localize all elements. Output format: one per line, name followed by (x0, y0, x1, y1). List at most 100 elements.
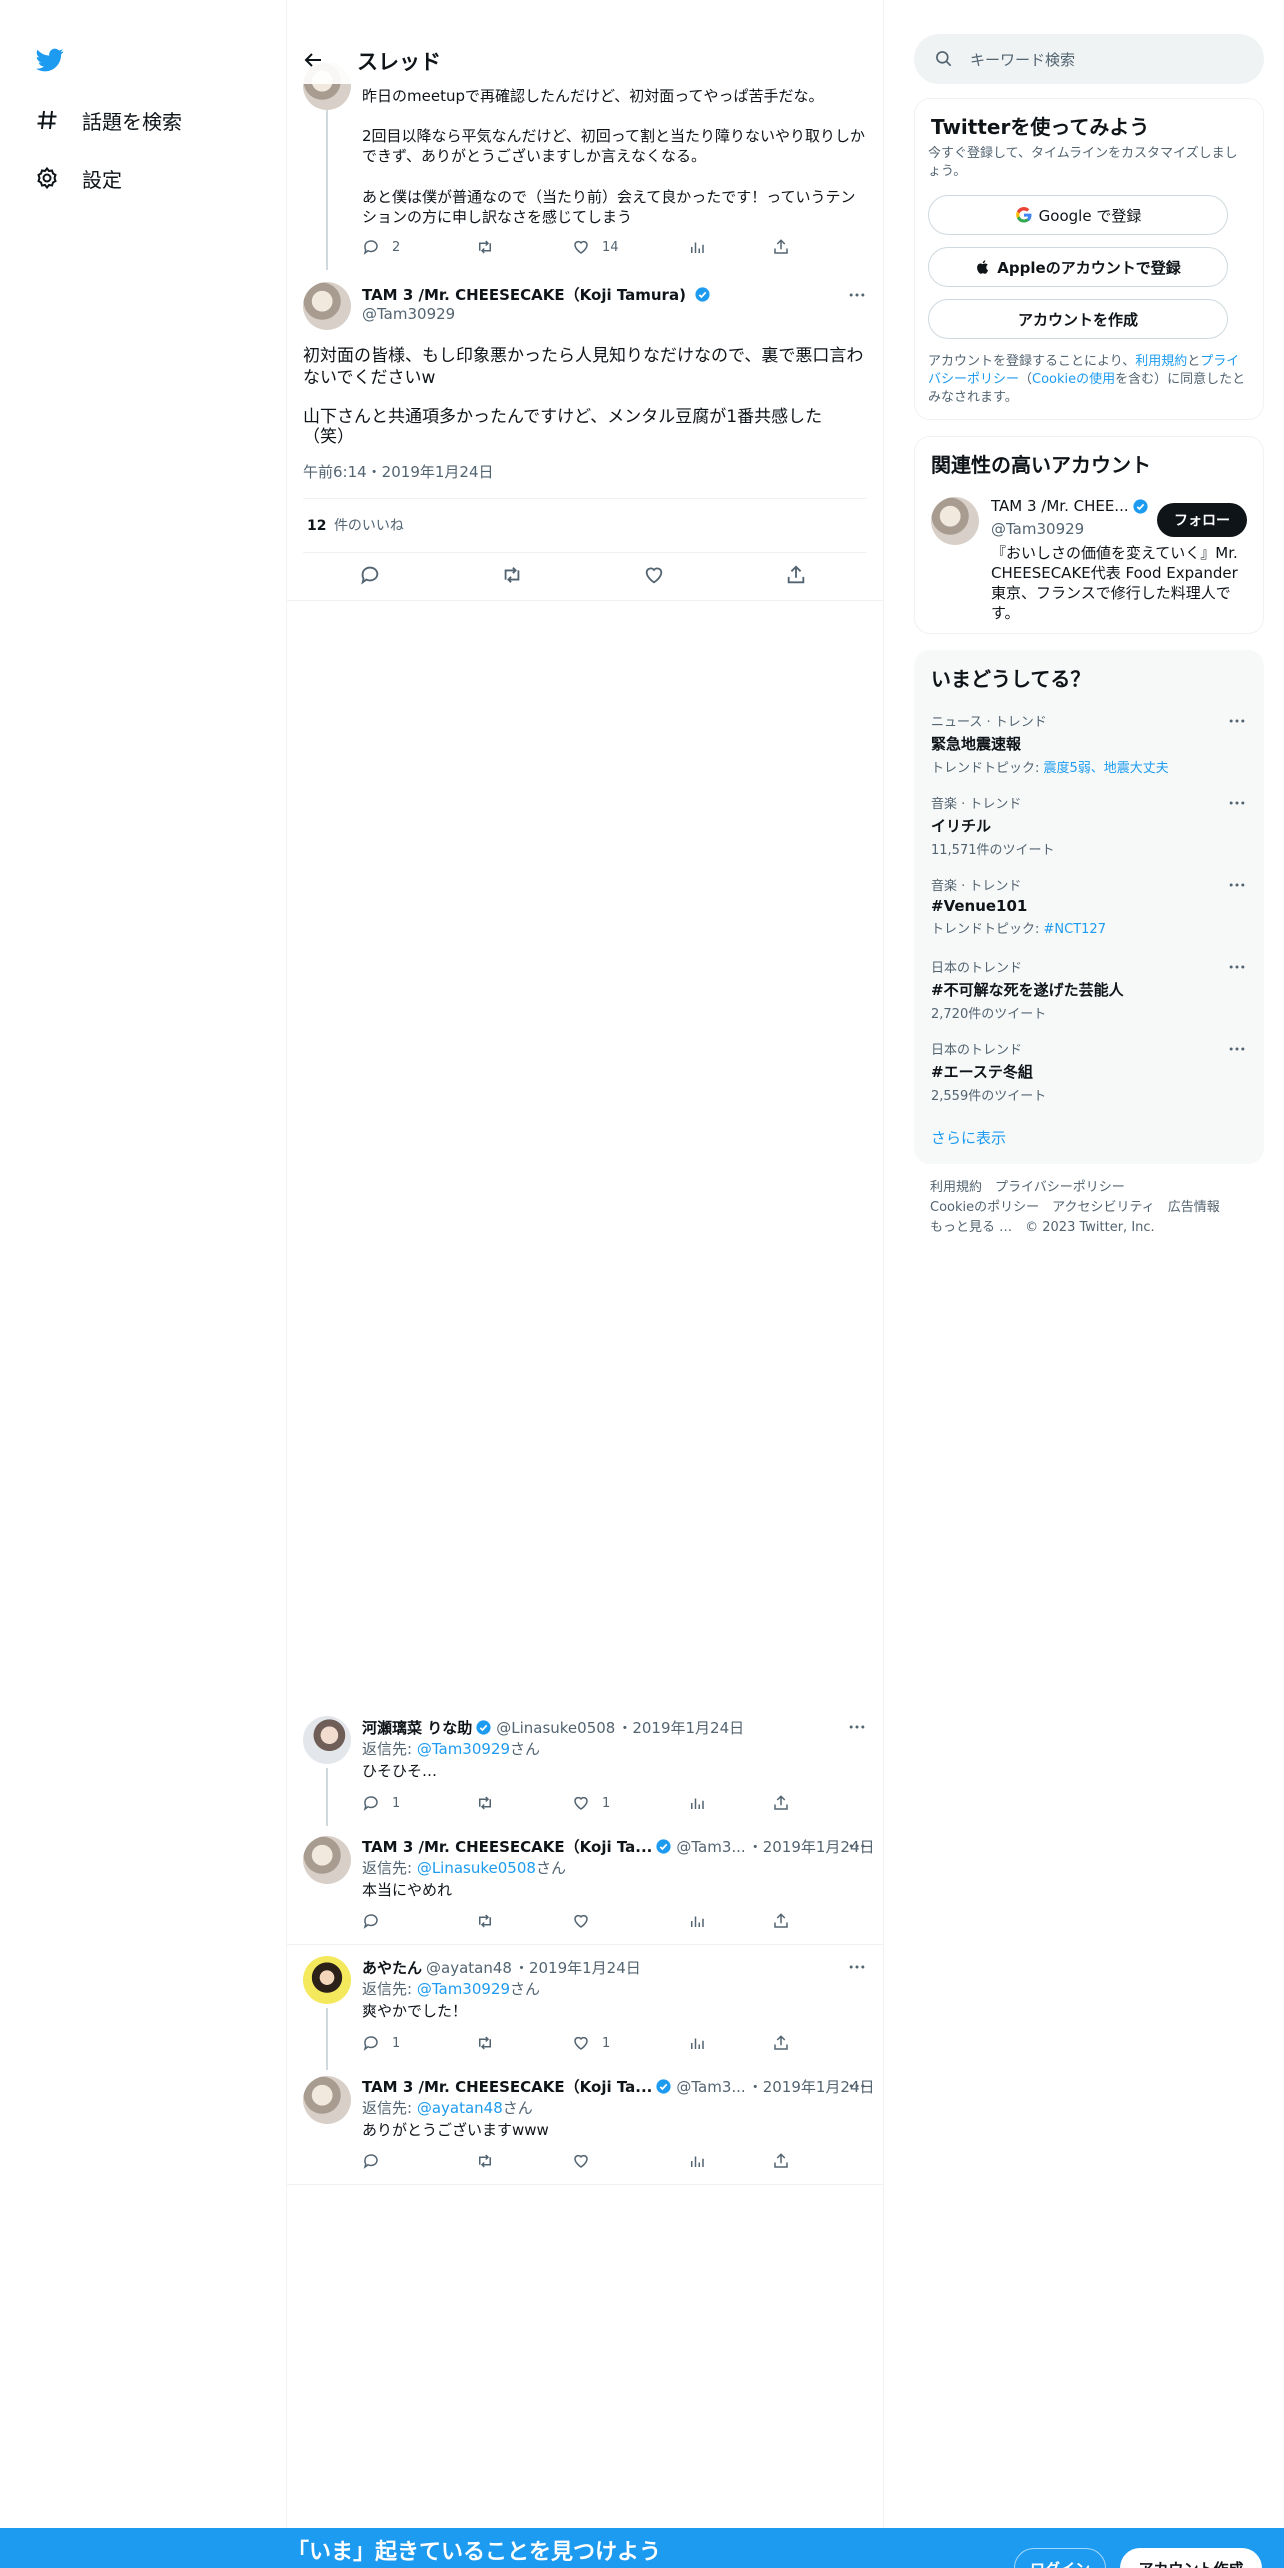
trend-item[interactable]: 音楽 · トレンド #Venue101 トレンドトピック: #NCT127 (931, 875, 1251, 937)
like-button[interactable]: 14 (572, 238, 619, 256)
author-handle[interactable]: @ayatan48 (426, 1959, 512, 1977)
like-button[interactable]: 1 (572, 1794, 610, 1812)
retweet-button[interactable] (476, 238, 494, 256)
reply-button[interactable]: 1 (362, 1794, 400, 1812)
share-button[interactable] (772, 2034, 790, 2052)
analytics-button[interactable] (688, 2034, 706, 2052)
footer-line[interactable]: Cookieのポリシー アクセシビリティ 広告情報 (930, 1198, 1220, 1218)
trend-item[interactable]: ニュース · トレンド 緊急地震速報 トレンドトピック: 震度5弱、地震大丈夫 (931, 711, 1251, 776)
retweet-button[interactable] (476, 2152, 494, 2170)
reply-to-link[interactable]: @ayatan48 (417, 2099, 503, 2117)
signup-button[interactable]: アカウント作成 (1120, 2548, 1262, 2568)
avatar[interactable] (303, 2076, 351, 2124)
like-button[interactable] (572, 1912, 590, 1930)
reply-button[interactable] (362, 1912, 380, 1930)
tweet-timestamp[interactable]: 午前6:14・2019年1月24日 (303, 462, 494, 482)
share-button[interactable] (772, 1794, 790, 1812)
more-icon[interactable] (847, 1717, 867, 1737)
share-button[interactable] (772, 2152, 790, 2170)
more-icon[interactable] (847, 2076, 867, 2096)
analytics-button[interactable] (688, 1912, 706, 1930)
likes-summary[interactable]: 12 件のいいね (307, 516, 404, 536)
author-name[interactable]: TAM 3 /Mr. CHEESECAKE（Koji Ta... (362, 1836, 652, 1857)
author-handle[interactable]: @Tam3... (676, 2078, 745, 2096)
reply-to-link[interactable]: @Tam30929 (417, 1980, 510, 1998)
author-name[interactable]: あやたん (362, 1957, 422, 1978)
show-more-link[interactable]: さらに表示 (931, 1127, 1006, 1148)
reply-button[interactable]: 2 (362, 238, 400, 256)
author-name[interactable]: TAM 3 /Mr. CHEESECAKE（Koji Tamura) (362, 284, 686, 305)
follow-button[interactable]: フォロー (1157, 503, 1247, 537)
related-account-handle[interactable]: @Tam30929 (991, 519, 1084, 539)
reply-button[interactable] (359, 564, 381, 586)
retweet-button[interactable] (501, 564, 523, 586)
reply-date[interactable]: ・2019年1月24日 (617, 1717, 744, 1738)
author-name[interactable]: TAM 3 /Mr. CHEESECAKE（Koji Ta... (362, 2076, 652, 2097)
google-signup-button[interactable]: Google で登録 (928, 195, 1228, 235)
author-name-row[interactable]: TAM 3 /Mr. CHEESECAKE（Koji Tamura) (362, 284, 711, 305)
like-button[interactable] (643, 564, 665, 586)
share-button[interactable] (772, 1912, 790, 1930)
more-icon[interactable] (847, 1957, 867, 1977)
apple-signup-button[interactable]: Appleのアカウントで登録 (928, 247, 1228, 287)
like-button[interactable]: 1 (572, 2034, 610, 2052)
avatar[interactable] (931, 497, 979, 545)
author-handle[interactable]: @Tam30929 (362, 304, 455, 324)
retweet-icon (479, 240, 491, 254)
more-icon[interactable] (1227, 793, 1247, 813)
analytics-button[interactable] (688, 1794, 706, 1812)
more-icon[interactable] (1227, 1039, 1247, 1059)
analytics-button[interactable] (688, 2152, 706, 2170)
reply-button[interactable] (362, 2152, 380, 2170)
avatar[interactable] (303, 1956, 351, 2004)
divider (303, 552, 867, 553)
reply-author-row[interactable]: TAM 3 /Mr. CHEESECAKE（Koji Ta... @Tam3..… (362, 1836, 875, 1857)
author-handle[interactable]: @Linasuke0508 (496, 1719, 615, 1737)
more-icon[interactable] (1227, 875, 1247, 895)
retweet-button[interactable] (476, 1912, 494, 1930)
reply-author-row[interactable]: TAM 3 /Mr. CHEESECAKE（Koji Ta... @Tam3..… (362, 2076, 875, 2097)
trend-item[interactable]: 日本のトレンド #エーステ冬組 2,559件のツイート (931, 1039, 1251, 1104)
more-icon[interactable] (1227, 711, 1247, 731)
twitter-logo-icon[interactable] (34, 46, 66, 74)
retweet-button[interactable] (476, 2034, 494, 2052)
login-button[interactable]: ログイン (1014, 2548, 1106, 2568)
cookie-link[interactable]: Cookieの使用 (1032, 372, 1115, 387)
reply-to-prefix: 返信先: (362, 2099, 417, 2117)
trend-topic-link[interactable]: #NCT127 (1044, 922, 1106, 937)
related-account-row[interactable]: TAM 3 /Mr. CHEE... (991, 497, 1149, 515)
avatar[interactable] (303, 1836, 351, 1884)
trend-item[interactable]: 日本のトレンド #不可解な死を遂げた芸能人 2,720件のツイート (931, 957, 1251, 1022)
reply-author-row[interactable]: あやたん @ayatan48 ・2019年1月24日 (362, 1957, 641, 1978)
reply-date[interactable]: ・2019年1月24日 (514, 1957, 641, 1978)
search-placeholder[interactable]: キーワード検索 (970, 49, 1075, 70)
trend-item[interactable]: 音楽 · トレンド イリチル 11,571件のツイート (931, 793, 1251, 858)
back-arrow-icon[interactable] (301, 48, 325, 72)
reply-to-link[interactable]: @Linasuke0508 (417, 1859, 536, 1877)
more-icon[interactable] (1227, 957, 1247, 977)
reply-button[interactable]: 1 (362, 2034, 400, 2052)
analytics-button[interactable] (688, 238, 706, 256)
reply-to-link[interactable]: @Tam30929 (417, 1740, 510, 1758)
retweet-button[interactable] (476, 1794, 494, 1812)
related-account-name[interactable]: TAM 3 /Mr. CHEE... (991, 497, 1129, 515)
more-icon[interactable] (847, 1836, 867, 1856)
share-button[interactable] (772, 238, 790, 256)
search-box[interactable]: キーワード検索 (914, 34, 1264, 84)
avatar[interactable] (303, 282, 351, 330)
create-account-button[interactable]: アカウントを作成 (928, 299, 1228, 339)
author-handle[interactable]: @Tam3... (676, 1838, 745, 1856)
trend-context: 音楽 · トレンド (931, 879, 1022, 894)
footer-line[interactable]: 利用規約 プライバシーポリシー (930, 1178, 1220, 1198)
more-icon[interactable] (847, 285, 867, 305)
terms-link[interactable]: 利用規約 (1135, 354, 1187, 369)
nav-item-explore[interactable]: 話題を検索 (34, 100, 182, 140)
share-button[interactable] (785, 564, 807, 586)
nav-item-settings[interactable]: 設定 (34, 158, 122, 198)
footer-line[interactable]: もっと見る … © 2023 Twitter, Inc. (930, 1218, 1220, 1238)
author-name[interactable]: 河瀬璃菜 りな助 (362, 1717, 472, 1738)
trend-topic-link[interactable]: 震度5弱、地震大丈夫 (1044, 761, 1169, 776)
avatar[interactable] (303, 1716, 351, 1764)
reply-author-row[interactable]: 河瀬璃菜 りな助 @Linasuke0508 ・2019年1月24日 (362, 1717, 744, 1738)
like-button[interactable] (572, 2152, 590, 2170)
